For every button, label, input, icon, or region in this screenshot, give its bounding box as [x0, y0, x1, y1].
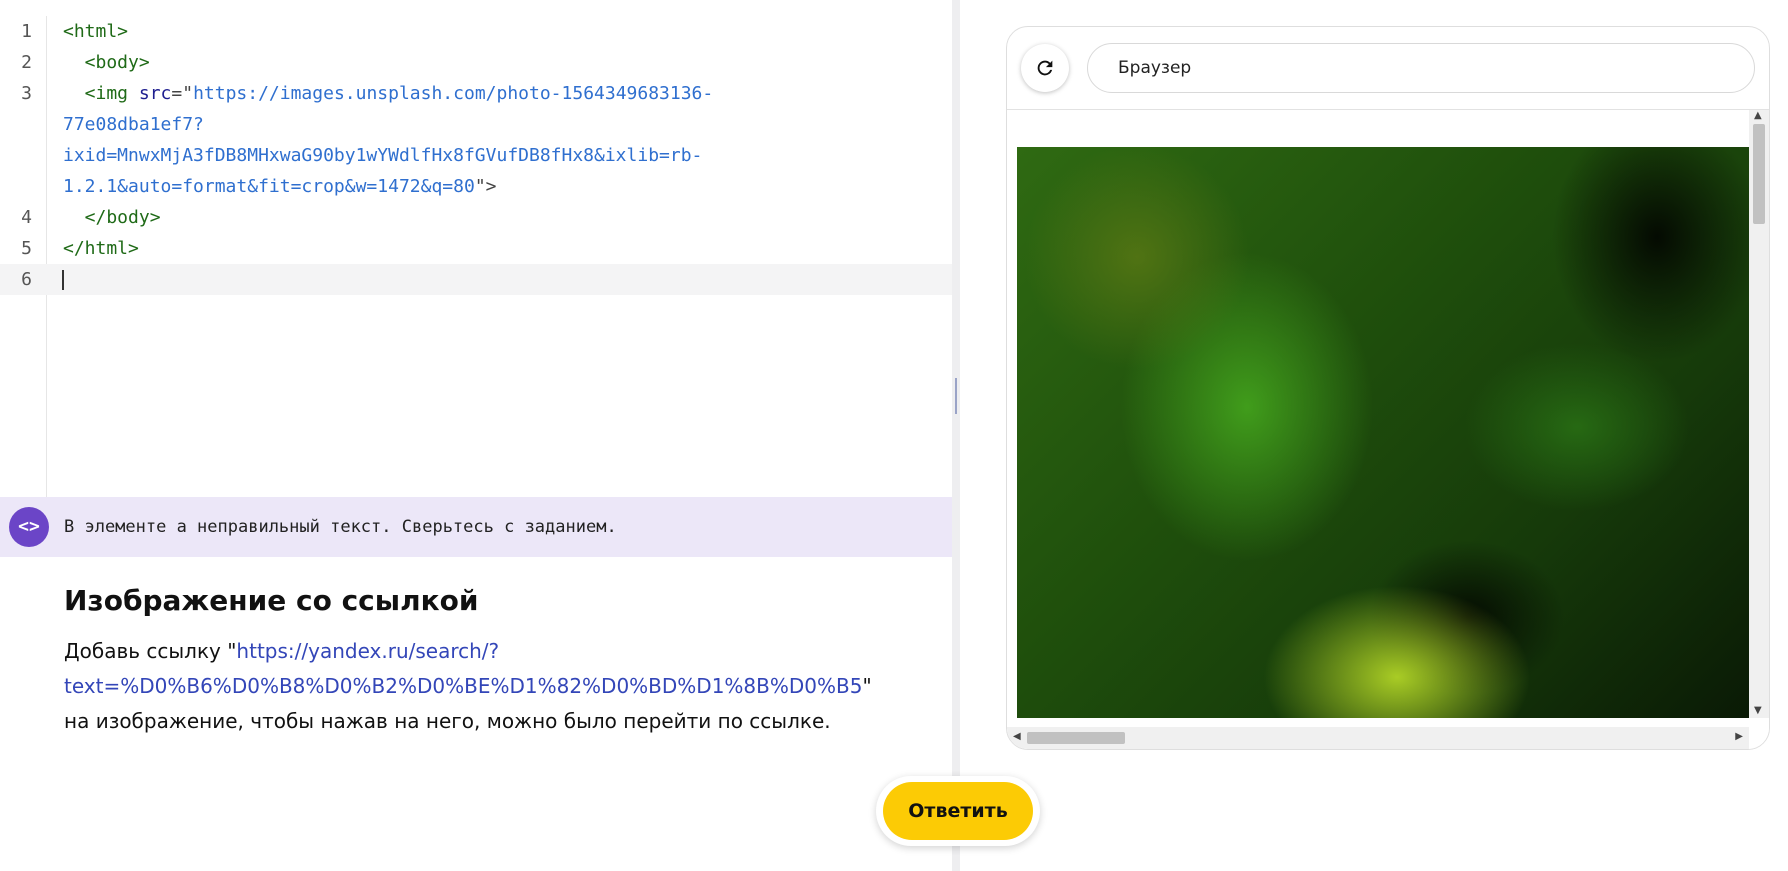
attr-eq: =": [171, 83, 194, 104]
error-message-bar: <> В элементе a неправильный текст. Свер…: [0, 497, 952, 557]
code-text: </html>: [63, 238, 139, 259]
scroll-left-icon[interactable]: ◀: [1013, 731, 1021, 742]
tag-close: ">: [474, 176, 497, 197]
browser-toolbar: Браузер: [1007, 27, 1769, 110]
address-text: Браузер: [1118, 58, 1192, 78]
code-line-active[interactable]: 6: [0, 264, 952, 295]
scroll-up-icon[interactable]: ▲: [1754, 110, 1762, 121]
scroll-down-icon[interactable]: ▼: [1754, 705, 1762, 716]
panel-splitter[interactable]: [952, 0, 960, 871]
attr-name: src: [138, 83, 172, 104]
code-icon: <>: [9, 507, 49, 547]
line-number: 3: [21, 83, 32, 104]
code-line[interactable]: 3 <img src="https://images.unsplash.com/…: [0, 78, 952, 202]
address-bar[interactable]: Браузер: [1087, 43, 1755, 93]
task-text-before: Добавь ссылку ": [64, 639, 237, 663]
code-text: <body>: [63, 52, 150, 73]
code-editor[interactable]: 1 <html> 2 <body> 3 <img src="https://im…: [0, 0, 952, 497]
horizontal-scrollbar[interactable]: ◀ ▶: [1007, 727, 1749, 749]
code-text: <img src="https://images.unsplash.com/ph…: [63, 78, 714, 109]
line-number: 2: [21, 52, 32, 73]
browser-preview: Браузер ▲ ▼ ◀ ▶: [1006, 26, 1770, 750]
splitter-handle[interactable]: [955, 378, 957, 414]
attr-value-wrap: 1.2.1&auto=format&fit=crop&w=1472&q=80: [63, 176, 475, 197]
vertical-scroll-thumb[interactable]: [1753, 124, 1765, 224]
attr-value: https://images.unsplash.com/photo-156434…: [193, 83, 714, 104]
scroll-right-icon[interactable]: ▶: [1735, 731, 1743, 742]
left-panel: 1 <html> 2 <body> 3 <img src="https://im…: [0, 0, 952, 871]
line-number: 5: [21, 238, 32, 259]
answer-button-label: Ответить: [883, 782, 1033, 840]
text-cursor: [62, 270, 64, 290]
reload-icon: [1037, 60, 1053, 76]
code-line[interactable]: 1 <html>: [0, 16, 952, 47]
code-line[interactable]: 4 </body>: [0, 202, 952, 233]
code-text: 1.2.1&auto=format&fit=crop&w=1472&q=80">: [63, 171, 497, 202]
attr-value-wrap: 77e08dba1ef7?: [63, 114, 204, 135]
task-title: Изображение со ссылкой: [64, 584, 479, 617]
line-number: 4: [21, 207, 32, 228]
horizontal-scroll-thumb[interactable]: [1027, 732, 1125, 744]
preview-image: [1017, 147, 1749, 718]
code-line[interactable]: 5 </html>: [0, 233, 952, 264]
reload-button[interactable]: [1021, 44, 1069, 92]
task-text: Добавь ссылку "https://yandex.ru/search/…: [64, 634, 884, 739]
line-number: 1: [21, 21, 32, 42]
vertical-scrollbar[interactable]: ▲ ▼: [1749, 110, 1769, 718]
code-line[interactable]: 2 <body>: [0, 47, 952, 78]
code-text: </body>: [63, 207, 161, 228]
line-number: 6: [21, 269, 32, 290]
error-message: В элементе a неправильный текст. Сверьте…: [64, 517, 617, 537]
task-description: Изображение со ссылкой Добавь ссылку "ht…: [64, 580, 884, 739]
code-text: <html>: [63, 21, 129, 42]
img-tag: <img: [63, 83, 139, 104]
browser-viewport[interactable]: ▲ ▼ ◀ ▶: [1007, 110, 1769, 749]
answer-button[interactable]: Ответить: [876, 776, 1040, 846]
attr-value-wrap: ixid=MnwxMjA3fDB8MHxwaG90by1wYWdlfHx8fGV…: [63, 145, 703, 166]
